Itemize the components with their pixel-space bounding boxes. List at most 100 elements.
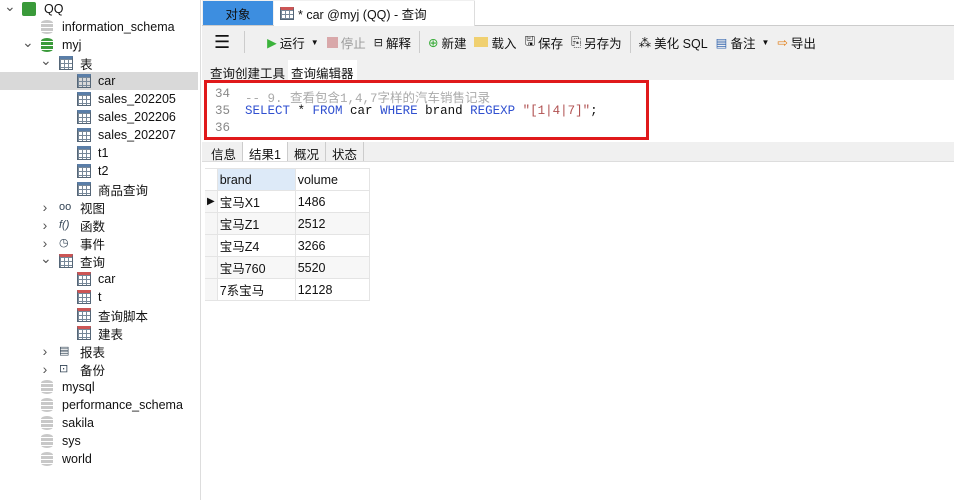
tree-item-label: 事件 [80,237,106,252]
tree-item[interactable]: t1 [0,144,198,162]
chevron-right-icon[interactable]: › [40,343,50,359]
tree-item-label: sales_202207 [98,128,176,142]
cell-volume[interactable]: 12128 [294,278,370,301]
tree-item-label: information_schema [62,20,175,34]
report-icon: ▤ [59,345,70,357]
tree-item-label: 表 [80,57,93,72]
tree-item[interactable]: sys [0,432,198,450]
tab-status[interactable]: 状态 [326,142,364,162]
tree-item[interactable]: t [0,288,198,306]
code-text: ; [590,104,598,118]
query-icon [77,326,91,340]
query-icon [280,7,294,20]
tree-item[interactable]: ⌄ myj [0,34,198,54]
table-icon [77,128,91,142]
tree-item-label: myj [62,38,82,52]
cell-volume[interactable]: 3266 [294,234,370,257]
tab-objects[interactable]: 对象 [203,1,273,25]
chevron-down-icon[interactable]: ⌄ [4,0,16,15]
tree-item[interactable]: › ◷ 事件 [0,234,198,252]
tree-item-label: 视图 [80,201,106,216]
save-button[interactable]: 🖫 保存 [524,32,563,53]
tree-item-label: sales_202205 [98,92,176,106]
table-icon [77,182,91,196]
tree-item[interactable]: world [0,450,198,468]
chevron-down-icon[interactable]: ⌄ [40,52,52,69]
tree-item[interactable]: › ⊡ 备份 [0,360,198,378]
code-text: brand [417,104,471,118]
tab-query[interactable]: * car @myj (QQ) - 查询 [274,1,475,26]
explain-button[interactable]: ⊟ 解释 [374,33,411,52]
tab-query-builder[interactable]: 查询创建工具 [207,60,288,81]
chevron-right-icon[interactable]: › [40,217,50,233]
save-as-icon: ⎘ [571,34,582,49]
chevron-right-icon[interactable]: › [40,199,50,215]
column-header-volume[interactable]: volume [294,168,370,191]
cell-brand[interactable]: 宝马Z1 [216,212,296,235]
cell-volume[interactable]: 5520 [294,256,370,279]
sql-editor[interactable]: 34 -- 9. 查看包含1,4,7字样的汽车销售记录 35 SELECT * FR… [204,80,649,140]
cell-brand[interactable]: 宝马Z4 [216,234,296,257]
line-number: 34 [215,87,231,101]
tree-item[interactable]: › f() 函数 [0,216,198,234]
tree-item[interactable]: 查询脚本 [0,306,198,324]
load-button[interactable]: 载入 [474,33,516,52]
cell-volume[interactable]: 2512 [294,212,370,235]
tree-item[interactable]: › ▤ 报表 [0,342,198,360]
stop-label: 停止 [340,36,366,51]
tree-item[interactable]: car [0,270,198,288]
menu-button[interactable]: ☰ [214,32,230,53]
chevron-down-icon[interactable]: ⌄ [22,34,34,51]
tab-info[interactable]: 信息 [205,142,244,162]
tree-item[interactable]: sakila [0,414,198,432]
export-label: 导出 [790,36,816,51]
comment-button[interactable]: ▤ 备注 ▼ [716,33,770,52]
table-icon [77,110,91,124]
load-label: 载入 [491,36,517,51]
tree-item[interactable]: sales_202206 [0,108,198,126]
database-gray-icon [41,434,53,448]
tree-item[interactable]: performance_schema [0,396,198,414]
tab-result1[interactable]: 结果1 [243,142,288,162]
stop-button[interactable]: 停止 [326,33,366,52]
views-icon: oo [59,201,72,213]
event-icon: ◷ [59,237,69,249]
tree-item[interactable]: ⌄ QQ [0,0,198,18]
keyword: SELECT [245,104,291,118]
tree-item-label: car [98,74,116,88]
cell-brand[interactable]: 7系宝马 [216,278,296,301]
tree-item[interactable]: 建表 [0,324,198,342]
tree-item[interactable]: car [0,72,198,90]
chevron-down-icon[interactable]: ⌄ [40,250,52,267]
stop-icon [326,36,338,48]
run-button[interactable]: ▶ 运行 ▼ [267,33,319,52]
table-row[interactable]: 宝马Z1 2512 [205,212,370,235]
cell-volume[interactable]: 1486 [294,190,370,213]
tree-item[interactable]: › oo 视图 [0,198,198,216]
chevron-right-icon[interactable]: › [40,361,50,377]
column-header-brand[interactable]: brand [216,168,296,191]
chevron-down-icon[interactable]: ▼ [762,38,770,47]
tree-item[interactable]: ⌄ 表 [0,52,198,72]
tree-item[interactable]: ⌄ 查询 [0,250,198,270]
tree-item[interactable]: sales_202207 [0,126,198,144]
beautify-sql-button[interactable]: ⁂ 美化 SQL [639,33,708,52]
table-row[interactable]: 宝马Z4 3266 [205,234,370,257]
tree-item[interactable]: 商品查询 [0,180,198,198]
chevron-down-icon[interactable]: ▼ [311,38,319,47]
table-row[interactable]: 宝马760 5520 [205,256,370,279]
tab-profile[interactable]: 概况 [288,142,326,162]
tree-item[interactable]: mysql [0,378,198,396]
tree-item[interactable]: sales_202205 [0,90,198,108]
tree-item[interactable]: t2 [0,162,198,180]
cell-brand[interactable]: 宝马760 [216,256,296,279]
table-row[interactable]: 7系宝马 12128 [205,278,370,301]
tree-item-label: t1 [98,146,109,160]
new-button[interactable]: ⊕ 新建 [428,33,467,52]
export-button[interactable]: ⇨ 导出 [777,33,816,52]
result-grid[interactable]: brand volume ▶ 宝马X1 1486 宝马Z1 2512 宝马Z4 3266 宝马… [205,168,370,301]
tab-query-editor[interactable]: 查询编辑器 [288,60,357,81]
table-row[interactable]: ▶ 宝马X1 1486 [205,190,370,213]
save-as-button[interactable]: ⎘ 另存为 [571,33,622,52]
cell-brand[interactable]: 宝马X1 [216,190,296,213]
